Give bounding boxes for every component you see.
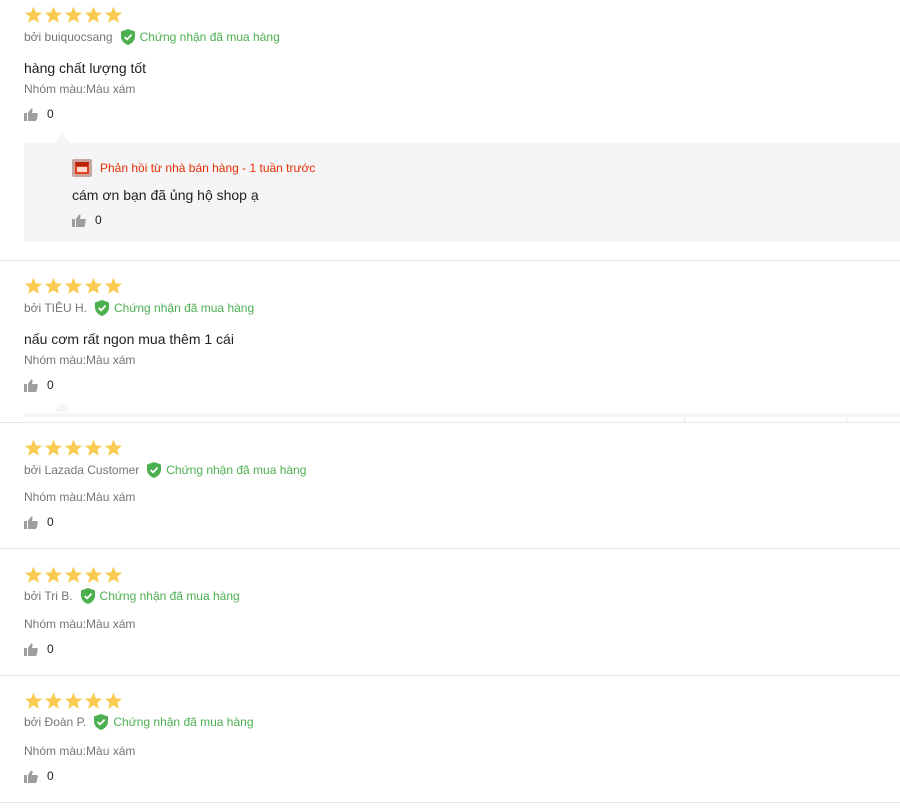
seller-reply-header: Phản hồi từ nhà bán hàng - 1 tuần trước: [72, 159, 315, 177]
review-author: bởi TIÊU H.: [24, 301, 87, 315]
review-sku: Nhóm màu:Màu xám: [24, 744, 136, 758]
verified-label: Chứng nhận đã mua hàng: [114, 301, 255, 315]
review-author: bởi Đoàn P.: [24, 715, 87, 729]
review-meta: bởi TIÊU H. Chứng nhận đã mua hàng: [24, 299, 254, 317]
star-icon: [44, 277, 63, 294]
verified-label: Chứng nhận đã mua hàng: [139, 30, 280, 44]
review-meta: bởi Tri B. Chứng nhận đã mua hàng: [24, 587, 240, 605]
reply-like-count: 0: [95, 213, 102, 227]
like-count: 0: [47, 642, 54, 656]
reply-caret: [54, 133, 70, 143]
like-count: 0: [47, 378, 54, 392]
verified-label: Chứng nhận đã mua hàng: [99, 589, 240, 603]
star-rating: [24, 6, 123, 24]
star-rating: [24, 439, 123, 457]
review-author: bởi Lazada Customer: [24, 463, 140, 477]
star-icon: [104, 439, 123, 456]
verified-label: Chứng nhận đã mua hàng: [166, 463, 307, 477]
star-icon: [84, 566, 103, 583]
review-meta: bởi buiquocsang Chứng nhận đã mua hàng: [24, 28, 280, 46]
seller-reply-text: cám ơn bạn đã ủng hộ shop ạ: [72, 187, 259, 203]
star-icon: [24, 692, 43, 709]
seller-reply-title: Phản hồi từ nhà bán hàng - 1 tuần trước: [100, 161, 316, 175]
star-icon: [104, 277, 123, 294]
verified-badge: Chứng nhận đã mua hàng: [120, 29, 280, 45]
star-icon: [84, 6, 103, 23]
like-count: 0: [47, 515, 54, 529]
reply-caret: [54, 402, 70, 412]
star-icon: [24, 6, 43, 23]
review-sku: Nhóm màu:Màu xám: [24, 490, 136, 504]
star-icon: [44, 692, 63, 709]
review-content: hàng chất lượng tốt: [24, 60, 147, 76]
like-count: 0: [47, 769, 54, 783]
thumbs-up-icon: [24, 378, 38, 392]
verified-label: Chứng nhận đã mua hàng: [113, 715, 254, 729]
star-icon: [64, 439, 83, 456]
verified-badge: Chứng nhận đã mua hàng: [94, 714, 254, 730]
divider: [0, 802, 900, 803]
star-icon: [44, 6, 63, 23]
thumbs-up-icon: [24, 515, 38, 529]
collapsed-reply-edge: [24, 413, 900, 422]
star-icon: [44, 566, 63, 583]
star-icon: [104, 566, 123, 583]
star-icon: [64, 6, 83, 23]
thumbs-up-icon: [72, 213, 86, 227]
thumbs-up-icon: [24, 769, 38, 783]
seller-reply: Phản hồi từ nhà bán hàng - 1 tuần trước …: [24, 143, 900, 242]
review-sku: Nhóm màu:Màu xám: [24, 82, 136, 96]
divider: [0, 260, 900, 261]
star-icon: [64, 277, 83, 294]
like-button[interactable]: 0: [24, 378, 54, 392]
divider: [0, 422, 900, 423]
thumbs-up-icon: [24, 107, 38, 121]
shield-check-icon: [147, 462, 162, 478]
verified-badge: Chứng nhận đã mua hàng: [95, 300, 254, 316]
divider: [0, 548, 900, 549]
like-button[interactable]: 0: [24, 769, 54, 783]
star-rating: [24, 277, 123, 295]
star-icon: [84, 277, 103, 294]
like-button[interactable]: 0: [24, 107, 54, 121]
like-button[interactable]: 0: [24, 642, 54, 656]
verified-badge: Chứng nhận đã mua hàng: [80, 588, 240, 604]
review-meta: bởi Lazada Customer Chứng nhận đã mua hà…: [24, 461, 306, 479]
shield-check-icon: [120, 29, 135, 45]
star-icon: [44, 439, 63, 456]
review-sku: Nhóm màu:Màu xám: [24, 617, 136, 631]
star-icon: [24, 277, 43, 294]
star-icon: [64, 566, 83, 583]
star-icon: [104, 6, 123, 23]
reply-like-button[interactable]: 0: [72, 213, 102, 227]
review-meta: bởi Đoàn P. Chứng nhận đã mua hàng: [24, 713, 254, 731]
star-icon: [84, 439, 103, 456]
star-icon: [84, 692, 103, 709]
star-icon: [104, 692, 123, 709]
divider: [0, 675, 900, 676]
review-author: bởi Tri B.: [24, 589, 73, 603]
star-rating: [24, 566, 123, 584]
star-icon: [64, 692, 83, 709]
shop-icon: [72, 159, 92, 177]
shield-check-icon: [94, 714, 109, 730]
like-count: 0: [47, 107, 54, 121]
review-author: bởi buiquocsang: [24, 30, 113, 44]
review-content: nấu cơm rất ngon mua thêm 1 cái: [24, 331, 234, 347]
star-icon: [24, 439, 43, 456]
verified-badge: Chứng nhận đã mua hàng: [147, 462, 306, 478]
like-button[interactable]: 0: [24, 515, 54, 529]
shield-check-icon: [80, 588, 95, 604]
thumbs-up-icon: [24, 642, 38, 656]
star-rating: [24, 692, 123, 710]
shield-check-icon: [95, 300, 109, 316]
star-icon: [24, 566, 43, 583]
review-sku: Nhóm màu:Màu xám: [24, 353, 136, 367]
